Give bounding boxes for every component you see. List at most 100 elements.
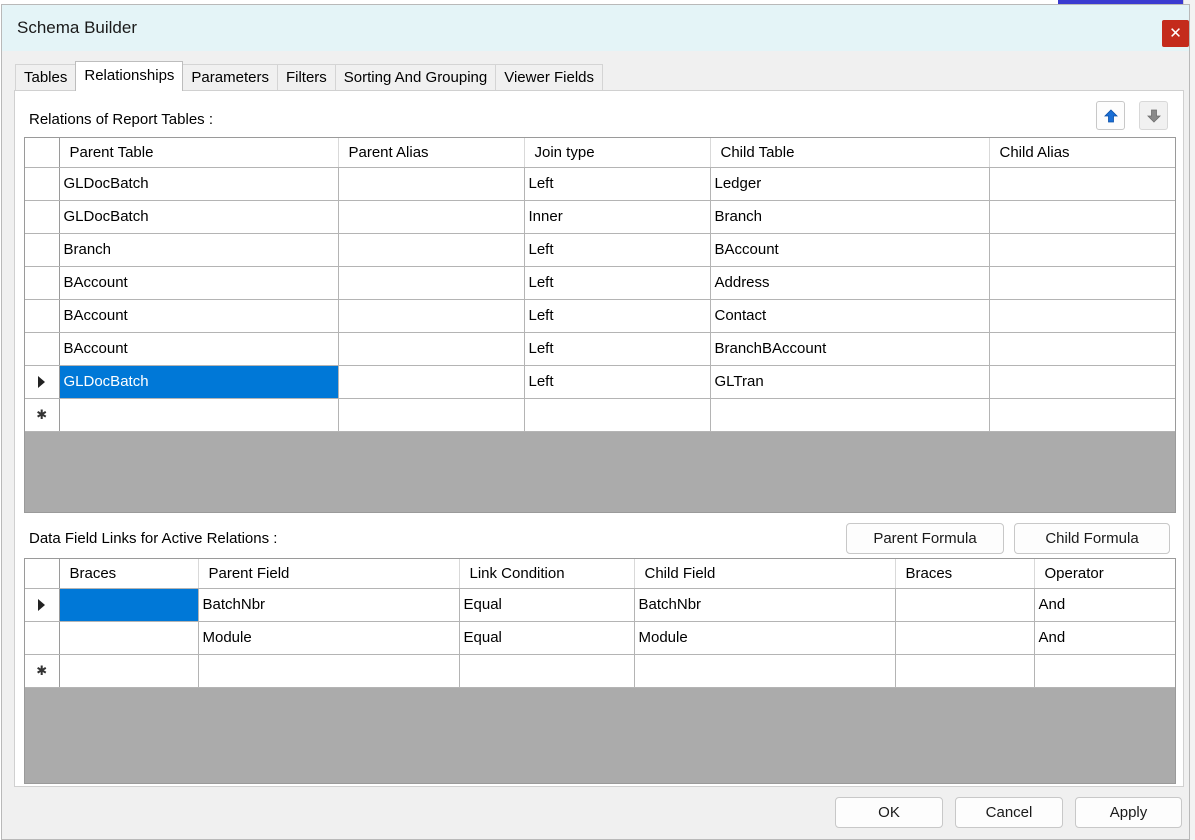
grid-cell[interactable]: Address xyxy=(710,266,990,300)
grid-cell[interactable]: Left xyxy=(524,299,711,333)
child-formula-button[interactable]: Child Formula xyxy=(1014,523,1170,554)
grid-cell[interactable]: Module xyxy=(634,621,896,655)
grid-cell[interactable] xyxy=(989,398,1175,432)
tab-sorting-and-grouping[interactable]: Sorting And Grouping xyxy=(334,64,497,91)
table-row[interactable]: BAccount Left BranchBAccount xyxy=(25,332,1175,366)
grid-cell[interactable]: GLDocBatch xyxy=(59,167,339,201)
table-row[interactable]: Branch Left BAccount xyxy=(25,233,1175,267)
links-col-header-braces[interactable]: Braces xyxy=(895,559,1035,589)
row-header[interactable] xyxy=(25,233,60,267)
links-col-header-child-field[interactable]: Child Field xyxy=(634,559,896,589)
table-row[interactable]: BatchNbr Equal BatchNbr And xyxy=(25,588,1175,622)
grid-cell[interactable] xyxy=(989,233,1175,267)
grid-cell[interactable] xyxy=(338,167,525,201)
ok-button[interactable]: OK xyxy=(835,797,943,828)
grid-cell[interactable]: Left xyxy=(524,332,711,366)
relations-col-header-parent-table[interactable]: Parent Table xyxy=(59,138,339,168)
row-header[interactable] xyxy=(25,167,60,201)
grid-cell[interactable]: And xyxy=(1034,588,1175,622)
tab-relationships[interactable]: Relationships xyxy=(75,61,184,91)
grid-cell[interactable] xyxy=(338,233,525,267)
grid-cell[interactable] xyxy=(59,654,199,688)
table-row[interactable]: BAccount Left Address xyxy=(25,266,1175,300)
grid-cell[interactable] xyxy=(895,588,1035,622)
table-row[interactable]: GLDocBatch Inner Branch xyxy=(25,200,1175,234)
grid-cell[interactable] xyxy=(895,654,1035,688)
grid-cell[interactable] xyxy=(338,200,525,234)
grid-cell[interactable]: Inner xyxy=(524,200,711,234)
row-header[interactable] xyxy=(25,200,60,234)
links-col-header-braces[interactable]: Braces xyxy=(59,559,199,589)
grid-cell[interactable] xyxy=(59,398,339,432)
grid-cell[interactable]: Left xyxy=(524,233,711,267)
grid-cell[interactable]: Equal xyxy=(459,621,635,655)
grid-cell[interactable]: Left xyxy=(524,167,711,201)
grid-cell[interactable] xyxy=(524,398,711,432)
grid-cell[interactable]: Equal xyxy=(459,588,635,622)
new-row[interactable]: ✱ xyxy=(25,654,1175,688)
grid-cell[interactable] xyxy=(634,654,896,688)
move-up-button[interactable] xyxy=(1096,101,1125,130)
grid-cell[interactable]: GLDocBatch xyxy=(59,200,339,234)
grid-cell[interactable] xyxy=(338,299,525,333)
grid-cell[interactable]: BAccount xyxy=(710,233,990,267)
relations-col-header-child-alias[interactable]: Child Alias xyxy=(989,138,1175,168)
grid-cell[interactable] xyxy=(1034,654,1175,688)
row-header[interactable]: ✱ xyxy=(25,654,60,688)
grid-cell[interactable] xyxy=(338,266,525,300)
grid-cell[interactable] xyxy=(338,398,525,432)
table-row[interactable]: GLDocBatch Left Ledger xyxy=(25,167,1175,201)
tab-viewer-fields[interactable]: Viewer Fields xyxy=(495,64,603,91)
grid-cell[interactable] xyxy=(59,621,199,655)
grid-cell[interactable] xyxy=(338,365,525,399)
grid-cell[interactable] xyxy=(895,621,1035,655)
grid-cell[interactable] xyxy=(989,266,1175,300)
links-col-header-parent-field[interactable]: Parent Field xyxy=(198,559,460,589)
tab-tables[interactable]: Tables xyxy=(15,64,77,91)
table-row[interactable]: Module Equal Module And xyxy=(25,621,1175,655)
tab-parameters[interactable]: Parameters xyxy=(182,64,278,91)
row-header[interactable] xyxy=(25,299,60,333)
close-button[interactable]: ✕ xyxy=(1162,20,1189,47)
grid-cell[interactable]: Module xyxy=(198,621,460,655)
grid-cell[interactable] xyxy=(338,332,525,366)
new-row[interactable]: ✱ xyxy=(25,398,1175,432)
grid-cell[interactable] xyxy=(989,332,1175,366)
relations-col-header-parent-alias[interactable]: Parent Alias xyxy=(338,138,525,168)
row-header[interactable] xyxy=(25,332,60,366)
parent-formula-button[interactable]: Parent Formula xyxy=(846,523,1004,554)
grid-cell[interactable]: BAccount xyxy=(59,299,339,333)
row-header[interactable] xyxy=(25,588,60,622)
grid-cell[interactable]: And xyxy=(1034,621,1175,655)
links-col-header-link-condition[interactable]: Link Condition xyxy=(459,559,635,589)
grid-cell[interactable]: BAccount xyxy=(59,266,339,300)
grid-cell[interactable]: BatchNbr xyxy=(198,588,460,622)
move-down-button[interactable] xyxy=(1139,101,1168,130)
grid-cell[interactable]: Branch xyxy=(710,200,990,234)
grid-cell[interactable] xyxy=(459,654,635,688)
grid-cell[interactable] xyxy=(989,299,1175,333)
grid-cell[interactable]: BranchBAccount xyxy=(710,332,990,366)
row-header[interactable] xyxy=(25,365,60,399)
grid-cell[interactable] xyxy=(989,167,1175,201)
grid-cell[interactable]: BatchNbr xyxy=(634,588,896,622)
grid-cell[interactable] xyxy=(710,398,990,432)
grid-cell[interactable]: Ledger xyxy=(710,167,990,201)
grid-cell[interactable]: Left xyxy=(524,266,711,300)
grid-cell[interactable]: Contact xyxy=(710,299,990,333)
table-row[interactable]: GLDocBatch Left GLTran xyxy=(25,365,1175,399)
tab-filters[interactable]: Filters xyxy=(276,64,336,91)
grid-cell[interactable]: Left xyxy=(524,365,711,399)
grid-cell[interactable] xyxy=(989,200,1175,234)
grid-cell[interactable]: Branch xyxy=(59,233,339,267)
grid-cell[interactable] xyxy=(198,654,460,688)
row-header[interactable] xyxy=(25,266,60,300)
table-row[interactable]: BAccount Left Contact xyxy=(25,299,1175,333)
cancel-button[interactable]: Cancel xyxy=(955,797,1063,828)
grid-cell[interactable]: GLTran xyxy=(710,365,990,399)
grid-cell[interactable] xyxy=(989,365,1175,399)
apply-button[interactable]: Apply xyxy=(1075,797,1182,828)
row-header[interactable]: ✱ xyxy=(25,398,60,432)
relations-col-header-child-table[interactable]: Child Table xyxy=(710,138,990,168)
grid-cell[interactable] xyxy=(59,588,199,622)
